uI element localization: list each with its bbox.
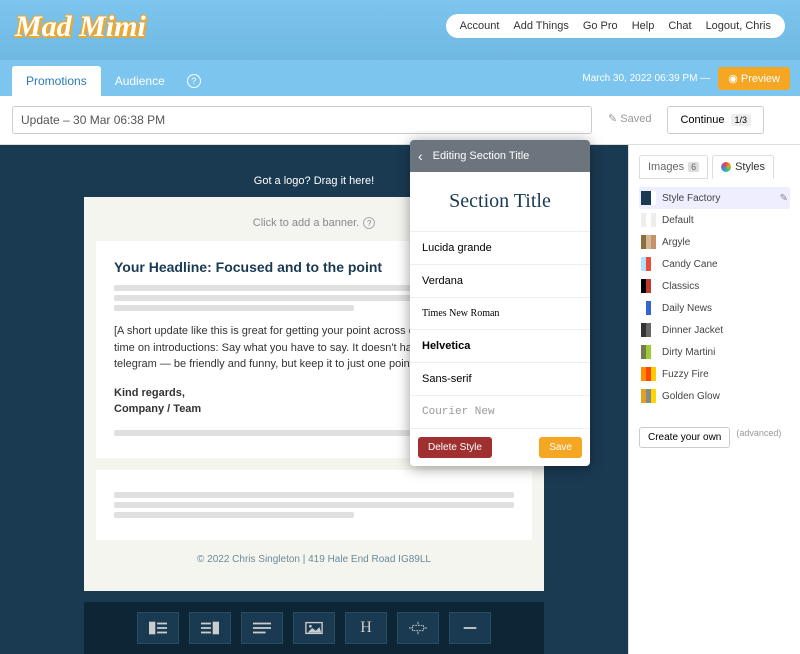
email-footer: © 2022 Chris Singleton | 419 Hale End Ro… (96, 540, 532, 579)
font-option[interactable]: Lucida grande (410, 232, 590, 265)
popup-title: Editing Section Title (433, 150, 530, 162)
style-swatch (641, 257, 656, 271)
style-name: Classics (662, 281, 699, 292)
style-item[interactable]: Dirty Martini (639, 341, 790, 363)
preview-button[interactable]: ◉ Preview (718, 67, 790, 90)
style-item[interactable]: Candy Cane (639, 253, 790, 275)
logo-dropzone[interactable]: Got a logo? Drag it here! (254, 165, 374, 197)
panel-tabs: Images 6 Styles (639, 155, 790, 179)
continue-label: Continue (680, 114, 724, 126)
tool-text[interactable] (241, 612, 283, 644)
style-swatch (641, 389, 656, 403)
tab-promotions[interactable]: Promotions (12, 66, 101, 96)
style-item[interactable]: Default (639, 209, 790, 231)
style-name: Dinner Jacket (662, 325, 723, 336)
tool-image-right[interactable] (189, 612, 231, 644)
create-style-button[interactable]: Create your own (639, 427, 730, 448)
style-item[interactable]: Golden Glow (639, 385, 790, 407)
tool-image[interactable] (293, 612, 335, 644)
nav-logout[interactable]: Logout, Chris (706, 20, 771, 32)
style-swatch (641, 213, 656, 227)
style-item[interactable]: Dinner Jacket (639, 319, 790, 341)
placeholder-line (114, 305, 354, 311)
promotion-title-input[interactable] (12, 106, 592, 134)
style-name: Default (662, 215, 694, 226)
tool-heading[interactable]: H (345, 612, 387, 644)
font-option[interactable]: Verdana (410, 265, 590, 298)
tab-right: March 30, 2022 06:39 PM — ◉ Preview (582, 67, 790, 90)
work-area: Got a logo? Drag it here! Click to add a… (0, 145, 800, 654)
style-edit-popup: ‹ Editing Section Title Section Title Lu… (410, 140, 590, 466)
font-list: Lucida grandeVerdanaTimes New RomanHelve… (410, 231, 590, 429)
style-item[interactable]: Daily News (639, 297, 790, 319)
style-swatch (641, 301, 656, 315)
tab-audience[interactable]: Audience (101, 66, 179, 96)
pencil-icon[interactable]: ✎ (780, 193, 788, 204)
help-icon[interactable]: ? (187, 74, 201, 88)
tab-images[interactable]: Images 6 (639, 155, 708, 179)
placeholder-line (114, 512, 354, 518)
font-option[interactable]: Sans-serif (410, 363, 590, 396)
nav-account[interactable]: Account (460, 20, 500, 32)
images-count: 6 (688, 162, 699, 172)
advanced-link[interactable]: (advanced) (736, 428, 781, 438)
style-item[interactable]: Style Factory ✎ (639, 187, 790, 209)
style-swatch (641, 235, 656, 249)
style-name: Dirty Martini (662, 347, 715, 358)
brand-logo: Mad Mimi (15, 10, 146, 43)
palette-icon (721, 162, 731, 172)
continue-step: 1/3 (731, 114, 752, 126)
style-name: Fuzzy Fire (662, 369, 709, 380)
style-swatch (641, 345, 656, 359)
placeholder-line (114, 502, 514, 508)
style-item[interactable]: Fuzzy Fire (639, 363, 790, 385)
nav-go-pro[interactable]: Go Pro (583, 20, 618, 32)
style-swatch (641, 279, 656, 293)
placeholder-line (114, 492, 514, 498)
style-swatch (641, 323, 656, 337)
popup-footer: Delete Style Save (410, 429, 590, 466)
continue-button[interactable]: Continue 1/3 (667, 106, 764, 134)
nav-add-things[interactable]: Add Things (513, 20, 568, 32)
saved-label: ✎ Saved (602, 106, 657, 134)
delete-style-button[interactable]: Delete Style (418, 437, 492, 458)
nav-help[interactable]: Help (632, 20, 655, 32)
style-item[interactable]: Argyle (639, 231, 790, 253)
tool-image-left[interactable] (137, 612, 179, 644)
top-nav: Account Add Things Go Pro Help Chat Logo… (446, 14, 785, 38)
section-title-preview: Section Title (410, 172, 590, 231)
style-item[interactable]: Classics (639, 275, 790, 297)
style-name: Golden Glow (662, 391, 720, 402)
style-swatch (641, 367, 656, 381)
tool-section[interactable] (397, 612, 439, 644)
sub-bar: ✎ Saved Continue 1/3 (0, 96, 800, 145)
tab-styles[interactable]: Styles (712, 155, 774, 179)
tool-divider[interactable] (449, 612, 491, 644)
block-toolbar: H (84, 602, 544, 654)
help-icon[interactable]: ? (363, 217, 375, 229)
nav-chat[interactable]: Chat (668, 20, 691, 32)
popup-header: ‹ Editing Section Title (410, 140, 590, 172)
font-option[interactable]: Courier New (410, 396, 590, 429)
style-name: Argyle (662, 237, 690, 248)
font-option[interactable]: Helvetica (410, 330, 590, 363)
save-button[interactable]: Save (539, 437, 582, 458)
style-name: Daily News (662, 303, 712, 314)
style-list: Style Factory ✎ Default Argyle Candy Cane Cla… (639, 187, 790, 407)
back-icon[interactable]: ‹ (418, 148, 423, 164)
tab-bar: Promotions Audience ? March 30, 2022 06:… (0, 60, 800, 96)
style-name: Candy Cane (662, 259, 718, 270)
status-date: March 30, 2022 06:39 PM — (582, 73, 710, 84)
top-header: Mad Mimi Account Add Things Go Pro Help … (0, 0, 800, 60)
style-name: Style Factory (662, 193, 720, 204)
style-swatch (641, 191, 656, 205)
side-panel: Images 6 Styles Style Factory ✎ Default Arg… (628, 145, 800, 654)
font-option[interactable]: Times New Roman (410, 298, 590, 330)
